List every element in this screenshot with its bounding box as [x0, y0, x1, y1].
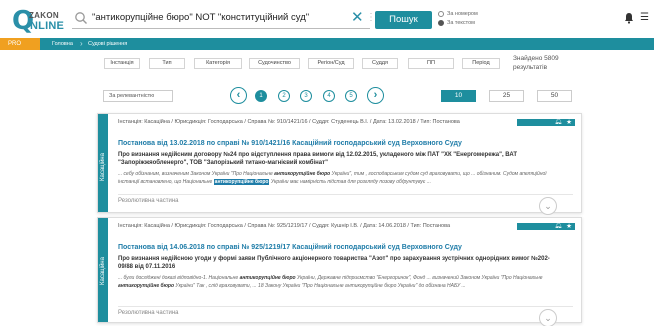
snippet-text: України, Державне підприємство "Енергори… [295, 275, 543, 281]
radio-circle [438, 11, 444, 17]
filter-type[interactable]: Тип [149, 58, 185, 69]
radio-by-number[interactable]: За номером [438, 10, 478, 19]
divider [118, 194, 573, 195]
chevron-down-icon[interactable]: ⌄ [539, 197, 557, 215]
snippet-match: антикорупційне бюро [118, 282, 175, 289]
bell-icon[interactable]: 🔔︎ [554, 119, 562, 126]
result-meta: Інстанція: Касаційна / Юрисдикція: Госпо… [118, 119, 460, 125]
search-mode-radio-group: За номером За текстом [438, 10, 478, 28]
chevron-down-icon[interactable]: ⌄ [539, 309, 557, 326]
result-subject: Про визнання недійсною угоди у формі зая… [118, 256, 550, 270]
next-page-button[interactable]: › [367, 87, 384, 104]
snippet-match: антикорупційне бюро [274, 171, 331, 177]
pro-badge[interactable]: PRO [0, 38, 40, 50]
logo-zakon: ZAKON [29, 11, 59, 20]
per-page-10-button[interactable]: 10 [441, 90, 476, 102]
per-page-25-button[interactable]: 25 [489, 90, 524, 102]
snippet-text: ... себу обізнаним, визначеним Законом У… [118, 171, 275, 177]
search-icon [75, 12, 87, 24]
snippet-highlight: антикорупційне бюро [213, 178, 270, 185]
star-icon[interactable]: ★ [566, 119, 572, 126]
filter-judge[interactable]: Суддя [362, 58, 398, 69]
instance-side-label: Касаційна [98, 114, 108, 212]
page-1-button[interactable]: 1 [255, 90, 267, 102]
radio-circle-selected [438, 20, 444, 26]
breadcrumb-court-decisions[interactable]: Судові рішення [88, 38, 127, 50]
result-card: Касаційна Інстанція: Касаційна / Юрисдик… [97, 217, 582, 326]
star-icon[interactable]: ★ [566, 223, 572, 230]
radio-label: За номером [447, 11, 478, 17]
result-subject: Про визнання недійсним договору №24 про … [118, 152, 518, 166]
menu-icon[interactable]: ☰ [640, 13, 649, 23]
clear-icon[interactable]: ✕ [351, 10, 364, 26]
page-2-button[interactable]: 2 [278, 90, 290, 102]
snippet-text: ... були досліджені доказі відповідно-1.… [118, 275, 240, 281]
page-3-button[interactable]: 3 [300, 90, 312, 102]
filter-pp[interactable]: ПП [408, 58, 454, 69]
bell-icon[interactable]: 🔔︎ [554, 223, 562, 230]
prev-page-button[interactable]: ‹ [230, 87, 247, 104]
result-title-link[interactable]: Постанова від 13.02.2018 по справі № 910… [118, 140, 462, 147]
snippet-text: України має намірність підстав для розгл… [269, 178, 431, 185]
logo[interactable]: Q ZAKON NLINE [12, 8, 64, 34]
resolution-part-link[interactable]: Резолютивна частина [118, 310, 179, 316]
divider [118, 306, 573, 307]
results-count: Знайдено 5809 результатів [513, 55, 559, 71]
filter-proceedings[interactable]: Судочинство [249, 58, 300, 69]
result-actions: 🔔︎ ★ [517, 223, 575, 230]
radio-by-text[interactable]: За текстом [438, 19, 478, 28]
per-page-50-button[interactable]: 50 [537, 90, 572, 102]
instance-side-label: Касаційна [98, 218, 108, 322]
snippet-match: антикорупційне бюро [239, 275, 296, 281]
filter-instance[interactable]: Інстанція [104, 58, 140, 69]
bell-icon[interactable] [624, 12, 634, 24]
search-button[interactable]: Пошук [375, 11, 432, 29]
instance-label: Касаційна [100, 257, 106, 285]
sort-select[interactable]: За релевантністю [103, 90, 173, 102]
result-snippet: ... себу обізнаним, визначеним Законом У… [118, 171, 558, 186]
breadcrumb: PRO Головна › Судові рішення [0, 38, 654, 50]
search-input[interactable]: "антикорупційне бюро" NOT "конституційни… [72, 9, 370, 29]
radio-label: За текстом [447, 20, 475, 26]
page-5-button[interactable]: 5 [345, 90, 357, 102]
result-snippet: ... були досліджені доказі відповідно-1.… [118, 275, 558, 290]
result-actions: 🔔︎ ★ [517, 119, 575, 126]
filter-period[interactable]: Період [462, 58, 500, 69]
breadcrumb-separator-icon: › [80, 39, 83, 48]
filter-category[interactable]: Категорія [194, 58, 242, 69]
header: Q ZAKON NLINE "антикорупційне бюро" NOT … [0, 0, 654, 38]
snippet-text: України" Так , слід враховувати, ... 18 … [174, 282, 466, 289]
instance-label: Касаційна [100, 153, 106, 181]
filter-region-court[interactable]: Регіон/Суд [308, 58, 354, 69]
logo-online: NLINE [30, 20, 64, 32]
search-query: "антикорупційне бюро" NOT "конституційни… [92, 12, 310, 23]
result-card: Касаційна Інстанція: Касаційна / Юрисдик… [97, 113, 582, 215]
result-meta: Інстанція: Касаційна / Юрисдикція: Госпо… [118, 223, 450, 229]
resolution-part-link[interactable]: Резолютивна частина [118, 198, 179, 204]
breadcrumb-home[interactable]: Головна [52, 38, 73, 50]
result-title-link[interactable]: Постанова від 14.06.2018 по справі № 925… [118, 244, 462, 251]
page-4-button[interactable]: 4 [323, 90, 335, 102]
